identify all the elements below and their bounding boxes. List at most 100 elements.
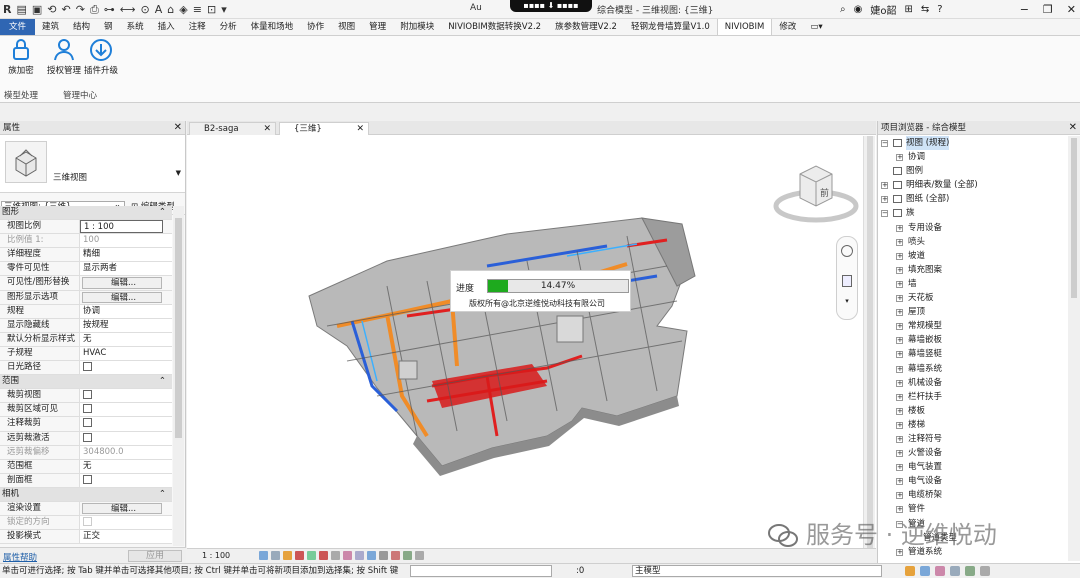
open-icon[interactable]: ▤ <box>16 1 26 18</box>
expand-icon[interactable]: + <box>896 154 903 162</box>
property-section[interactable]: 图形 ⌃ <box>0 206 172 221</box>
sync-icon[interactable]: ⟲ <box>47 1 56 18</box>
expand-icon[interactable]: + <box>896 252 903 260</box>
nav-dropdown-icon[interactable]: ▾ <box>837 297 857 305</box>
temporary-hide-icon[interactable] <box>355 551 364 560</box>
property-value[interactable]: 显示两者 <box>80 262 172 276</box>
select-links-icon[interactable] <box>905 566 915 576</box>
expand-icon[interactable]: + <box>896 492 903 500</box>
expand-icon[interactable]: + <box>896 266 903 274</box>
expand-icon[interactable]: + <box>896 365 903 373</box>
checkbox[interactable] <box>83 432 92 442</box>
thin-lines-icon[interactable]: ≡ <box>193 1 202 18</box>
expand-icon[interactable]: + <box>896 506 903 514</box>
property-checkbox[interactable] <box>80 417 172 431</box>
expand-icon[interactable]: + <box>896 393 903 401</box>
print-icon[interactable]: ⎙ <box>90 1 99 18</box>
edit-button[interactable]: 编辑... <box>82 291 162 303</box>
expand-icon[interactable]: + <box>896 337 903 345</box>
browser-node[interactable]: + 栏杆扶手 <box>878 390 1080 404</box>
collapse-icon[interactable]: ⌃ <box>159 488 172 501</box>
view-scrollbar[interactable] <box>863 136 875 548</box>
property-checkbox[interactable] <box>80 431 172 445</box>
user-name[interactable]: 婕o韶 <box>870 2 896 17</box>
menu-tab-15[interactable]: 轻钢龙骨墙算量V1.0 <box>624 19 717 35</box>
close-icon[interactable]: ✕ <box>356 123 364 135</box>
edit-button[interactable]: 编辑... <box>82 502 162 515</box>
property-value[interactable]: 协调 <box>80 304 172 318</box>
steering-wheel-icon[interactable] <box>841 245 853 257</box>
workset-selector[interactable] <box>410 565 552 577</box>
select-pinned-icon[interactable] <box>935 566 945 576</box>
scroll-thumb[interactable] <box>867 136 873 548</box>
browser-node[interactable]: + 填充图案 <box>878 263 1080 277</box>
cart-icon[interactable]: ⊞ <box>904 4 912 15</box>
browser-node[interactable]: + 明细表/数量 (全部) <box>878 178 1080 192</box>
viewcube[interactable]: 前 <box>770 156 862 229</box>
detail-level-icon[interactable] <box>259 551 268 560</box>
property-value[interactable]: 无 <box>80 459 172 473</box>
save-icon[interactable]: ▣ <box>32 1 42 18</box>
browser-node[interactable]: + 坡道 <box>878 249 1080 263</box>
expand-icon[interactable]: + <box>896 295 903 303</box>
select-underlay-icon[interactable] <box>920 566 930 576</box>
menu-tab-9[interactable]: 协作 <box>300 19 331 35</box>
close-icon[interactable]: ✕ <box>1067 1 1076 18</box>
render-icon[interactable] <box>307 551 316 560</box>
chevron-down-icon[interactable]: ▼ <box>176 169 181 177</box>
expand-icon[interactable]: + <box>896 280 903 288</box>
menu-tab-4[interactable]: 系统 <box>120 19 151 35</box>
close-icon[interactable]: ✕ <box>174 121 182 135</box>
menu-tab-16[interactable]: NIVIOBIM <box>716 19 773 35</box>
expand-icon[interactable]: + <box>896 464 903 472</box>
property-checkbox[interactable] <box>80 473 172 487</box>
menu-tab-12[interactable]: 附加模块 <box>393 19 441 35</box>
navigation-bar[interactable]: ▾ <box>836 236 858 320</box>
property-checkbox[interactable] <box>80 389 172 403</box>
properties-scrollbar[interactable] <box>173 206 184 546</box>
section-icon[interactable]: ◈ <box>179 1 187 18</box>
browser-node[interactable]: − 视图 (规程) <box>878 136 1080 150</box>
browser-node[interactable]: + 电缆桥架 <box>878 488 1080 502</box>
browser-node[interactable]: − 族 <box>878 206 1080 220</box>
help-icon[interactable]: ? <box>937 4 942 15</box>
property-value[interactable]: 精细 <box>80 248 172 262</box>
menu-tab-17[interactable]: 修改 <box>772 19 803 35</box>
ribbon-options-icon[interactable]: ▭▾ <box>803 19 829 35</box>
show-crop-icon[interactable] <box>331 551 340 560</box>
close-icon[interactable]: ✕ <box>1069 121 1077 135</box>
expand-icon[interactable]: + <box>896 435 903 443</box>
menu-tab-1[interactable]: 建筑 <box>35 19 66 35</box>
expand-icon[interactable]: + <box>881 196 888 204</box>
browser-node[interactable]: + 协调 <box>878 150 1080 164</box>
expand-icon[interactable]: + <box>896 379 903 387</box>
browser-node[interactable]: + 常规模型 <box>878 319 1080 333</box>
plugin-upgrade-button[interactable]: 插件升级 <box>83 38 119 76</box>
menu-tab-13[interactable]: NIVIOBIM数据转换V2.2 <box>441 19 548 35</box>
edit-button[interactable]: 编辑... <box>82 277 162 289</box>
minimize-icon[interactable]: − <box>1020 1 1029 18</box>
type-selector[interactable]: 三维视图 ▼ <box>0 135 185 193</box>
crop-view-icon[interactable] <box>319 551 328 560</box>
expand-icon[interactable]: + <box>896 478 903 486</box>
sun-path-icon[interactable] <box>283 551 292 560</box>
expand-icon[interactable]: + <box>896 238 903 246</box>
property-value[interactable]: 1 : 100 <box>80 220 163 234</box>
property-section[interactable]: 相机 ⌃ <box>0 487 172 502</box>
browser-node[interactable]: + 屋顶 <box>878 305 1080 319</box>
qat-dropdown-icon[interactable]: ▾ <box>221 1 227 18</box>
expand-icon[interactable]: + <box>896 407 903 415</box>
menu-tab-2[interactable]: 结构 <box>66 19 97 35</box>
browser-scrollbar[interactable] <box>1068 136 1080 561</box>
browser-node[interactable]: + 墙 <box>878 277 1080 291</box>
menu-tab-5[interactable]: 插入 <box>151 19 182 35</box>
browser-node[interactable]: + 楼梯 <box>878 418 1080 432</box>
expand-icon[interactable]: + <box>881 182 888 190</box>
browser-node[interactable]: + 天花板 <box>878 291 1080 305</box>
close-icon[interactable]: ✕ <box>263 123 271 135</box>
checkbox[interactable] <box>83 390 92 400</box>
expand-icon[interactable]: + <box>896 351 903 359</box>
property-value[interactable]: 按规程 <box>80 318 172 332</box>
shadows-icon[interactable] <box>295 551 304 560</box>
browser-node[interactable]: + 楼板 <box>878 404 1080 418</box>
